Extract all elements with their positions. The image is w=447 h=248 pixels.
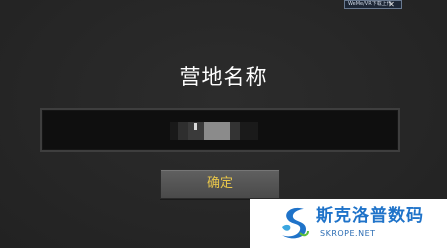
obscured-text-block xyxy=(204,122,230,140)
obscured-text-block xyxy=(230,122,240,140)
text-cursor xyxy=(194,123,197,130)
watermark: 斯克洛普数码 SKROPE.NET xyxy=(250,199,447,248)
obscured-text-block xyxy=(178,122,188,140)
dialog-title: 营地名称 xyxy=(179,65,268,89)
obscured-text-block xyxy=(240,122,258,140)
close-icon[interactable]: ✕ xyxy=(386,0,397,9)
swoosh-logo-icon xyxy=(282,207,309,239)
camp-name-input[interactable] xyxy=(40,108,400,152)
watermark-url: SKROPE.NET xyxy=(320,229,376,238)
game-screen: WeMe/VR下载上传 ✕ 营地名称 确定 斯克洛普数码 SKROPE.NET xyxy=(0,0,447,248)
confirm-button[interactable]: 确定 xyxy=(160,169,280,199)
watermark-brand: 斯克洛普数码 xyxy=(316,206,424,226)
obscured-text-block xyxy=(170,122,178,140)
